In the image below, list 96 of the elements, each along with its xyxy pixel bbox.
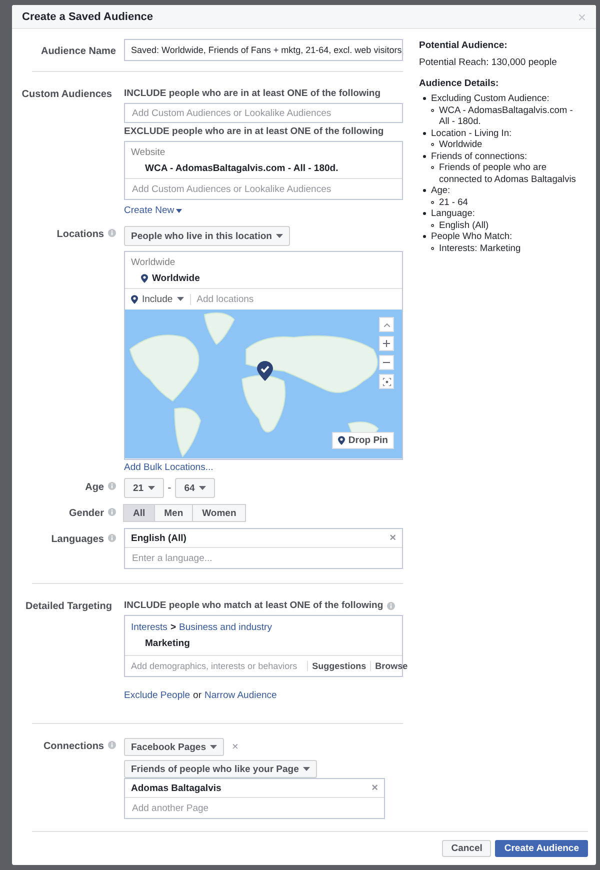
detail-text: WCA - AdomasBaltagalvis.com - All - 180d.: [439, 104, 574, 128]
location-pin-icon: [131, 294, 138, 304]
caret-icon: [176, 208, 182, 212]
targeting-action[interactable]: Suggestions: [307, 661, 366, 671]
gender-option[interactable]: All: [123, 504, 156, 522]
field-label: Connections: [43, 741, 104, 752]
circle-bullet-icon: [431, 143, 434, 146]
caret-icon: [198, 486, 206, 490]
connection-type-dropdown[interactable]: Facebook Pages: [124, 738, 224, 756]
map-pin-check-icon: [257, 361, 273, 381]
detail-text: Friends of connections:: [431, 150, 528, 162]
circle-bullet-icon: [431, 246, 434, 250]
drop-pin-button[interactable]: Drop Pin: [332, 432, 394, 449]
info-icon: [108, 229, 116, 237]
detail-text: Excluding Custom Audience:: [431, 93, 550, 104]
dialog-title: Create a Saved Audience: [22, 10, 154, 22]
field-label: Age: [85, 482, 104, 493]
caret-icon: [148, 486, 155, 490]
language-token: English (All): [131, 532, 186, 544]
create-audience-button[interactable]: Create Audience: [495, 840, 588, 857]
bullet-icon: [423, 235, 426, 238]
circle-bullet-icon: [431, 224, 434, 226]
conjunction-text: or: [193, 690, 202, 701]
detail-text: Language:: [431, 208, 476, 220]
collapse-map-button[interactable]: [379, 317, 394, 332]
audience-token: WCA - AdomasBaltagalvis.com - All - 180d.: [144, 163, 340, 174]
gender-option[interactable]: Women: [192, 504, 246, 522]
gender-option[interactable]: Men: [154, 504, 194, 522]
bullet-icon: [423, 132, 426, 134]
cancel-button[interactable]: Cancel: [442, 840, 492, 857]
section-heading: EXCLUDE people who are in at least ONE of the following: [124, 126, 385, 137]
exclude-audience-field[interactable]: Website WCA - AdomasBaltagalvis.com - All - 180d. Add Custom Audiences or Lookalike Audiences: [124, 141, 403, 200]
section-heading: INCLUDE people who are in at least ONE of the following: [124, 88, 382, 99]
bullet-icon: [423, 97, 426, 100]
interest-token: Marketing: [144, 638, 191, 649]
minus-icon: [383, 359, 390, 366]
range-separator: -: [168, 482, 172, 494]
focus-frame-icon: [382, 378, 390, 386]
circle-bullet-icon: [431, 166, 434, 169]
info-icon: [108, 482, 116, 490]
field-label: Gender: [68, 508, 104, 519]
zoom-in-button[interactable]: [379, 336, 394, 351]
summary-heading: Audience Details:: [419, 78, 500, 89]
section-heading: INCLUDE people who match at least ONE of the following: [124, 600, 384, 611]
breadcrumb-link[interactable]: Business and industry: [179, 622, 272, 633]
group-label: Worldwide: [131, 257, 176, 268]
caret-icon: [176, 297, 184, 301]
info-icon: [387, 602, 396, 610]
detail-text: Location - Living In:: [431, 128, 512, 139]
detail-text: Age:: [431, 185, 452, 196]
field-label: Audience Name: [40, 46, 116, 57]
bullet-icon: [423, 189, 426, 192]
breadcrumb-separator: >: [170, 622, 176, 633]
field-label: Locations: [56, 229, 104, 240]
circle-bullet-icon: [431, 108, 434, 112]
create-new-link[interactable]: Create New: [124, 205, 182, 216]
field-label: Detailed Targeting: [26, 601, 112, 612]
detail-text: People Who Match:: [431, 231, 514, 242]
location-type-dropdown[interactable]: People who live in this location: [124, 226, 290, 246]
zoom-out-button[interactable]: [379, 355, 394, 370]
circle-bullet-icon: [431, 200, 434, 204]
detail-text: Interests: Marketing: [439, 242, 521, 254]
connection-relation-dropdown[interactable]: Friends of people who like your Page: [124, 760, 317, 778]
info-icon: [108, 534, 116, 542]
narrow-audience-link[interactable]: Narrow Audience: [204, 690, 277, 701]
page-token: Adomas Baltagalvis: [131, 782, 222, 794]
field-label: Custom Audiences: [22, 89, 112, 100]
plus-icon: [383, 340, 390, 347]
include-dropdown[interactable]: Include: [131, 294, 191, 304]
location-pin-icon: [338, 436, 346, 445]
add-bulk-locations-link[interactable]: Add Bulk Locations...: [124, 462, 403, 473]
targeting-action[interactable]: Browse: [370, 661, 408, 671]
location-pin-icon: [141, 274, 148, 283]
caret-icon: [210, 745, 217, 749]
summary-heading: Potential Audience:: [419, 40, 508, 51]
detail-text: English (All): [439, 220, 489, 231]
chevron-up-icon: [384, 322, 390, 326]
info-icon: [108, 741, 116, 749]
recenter-button[interactable]: [379, 374, 394, 389]
field-label: Languages: [51, 534, 104, 545]
detail-text: Friends of people who are connected to Adomas Baltagalvis: [439, 162, 577, 185]
max-age-dropdown[interactable]: 64: [175, 478, 215, 498]
group-label: Website: [131, 147, 166, 158]
detail-text: 21 - 64: [439, 196, 468, 208]
caret-icon: [276, 234, 283, 238]
breadcrumb-link[interactable]: Interests: [131, 622, 168, 633]
exclude-people-link[interactable]: Exclude People: [124, 690, 190, 701]
caret-icon: [302, 767, 310, 771]
audience-name-field[interactable]: Saved: Worldwide, Friends of Fans + mktg, 21-64, excl. web visitors: [124, 39, 403, 61]
location-token: Worldwide: [131, 273, 396, 284]
bullet-icon: [423, 154, 426, 158]
info-icon: [108, 508, 116, 516]
detail-text: Worldwide: [439, 139, 482, 150]
min-age-dropdown[interactable]: 21: [124, 478, 164, 498]
bullet-icon: [423, 212, 426, 215]
potential-reach-text: Potential Reach: 130,000 people: [419, 57, 558, 68]
